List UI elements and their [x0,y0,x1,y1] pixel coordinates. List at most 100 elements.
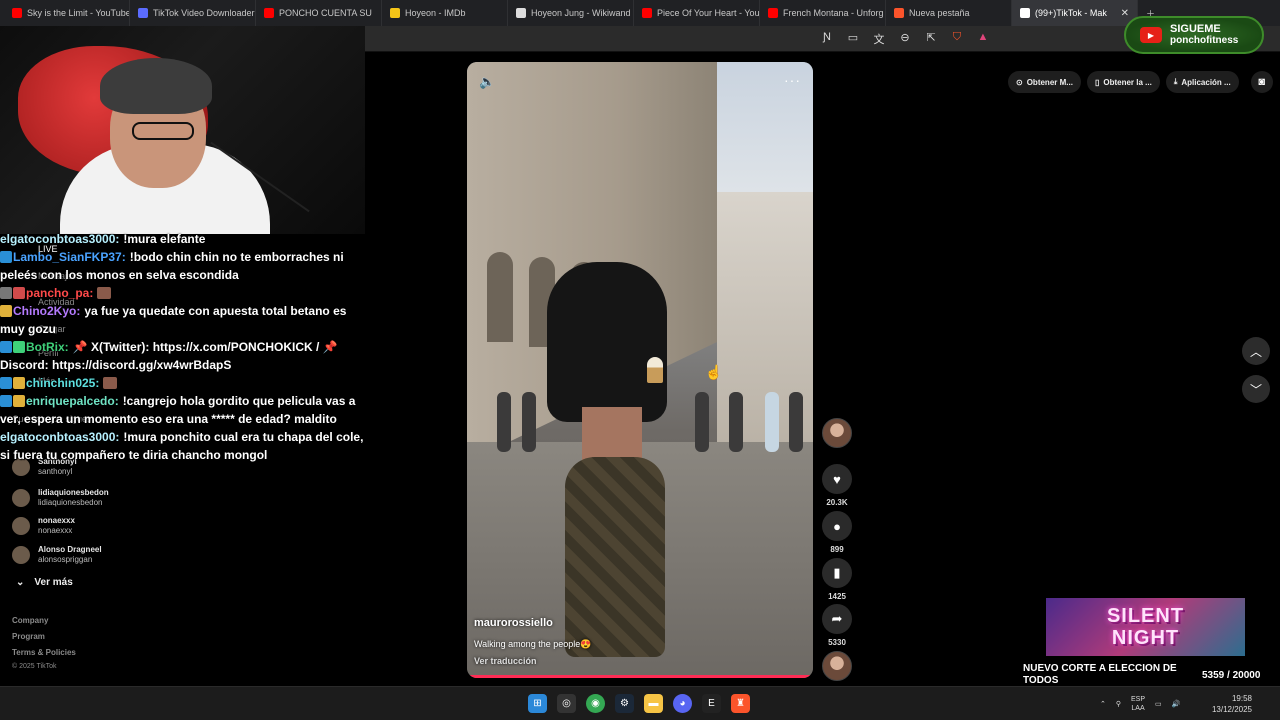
avatar [12,546,30,564]
account-handle: lidiaquionesbedon [38,498,103,507]
footer-company-link[interactable]: Company [12,616,48,625]
youtube-icon: ▶ [1140,27,1162,43]
crown-icon [13,377,25,389]
share-icon[interactable]: ⇱ [924,31,938,47]
browser-tab[interactable]: Piece Of Your Heart - You [634,0,760,26]
following-account[interactable]: nonaexxx nonaexxx [12,516,75,536]
monitor-icon[interactable]: ▭ [1155,700,1162,708]
browser-tab[interactable]: TikTok Video Downloader [130,0,256,26]
obs-icon[interactable]: ◎ [557,694,576,713]
save-button[interactable]: ▮ 1425 [822,558,852,601]
corte-title-text: NUEVO CORTE A ELECCION DE TODOS [1023,663,1177,686]
chat-message: Lambo_SianFKP37: !bodo chin chin no te em… [0,248,365,284]
previous-video-button[interactable]: ︿ [1242,337,1270,365]
steam-icon[interactable]: ⚙ [615,694,634,713]
tiktok-header-actions: ⊙ Obtener M... ▯ Obtener la ... ⤓ Aplicació… [1008,70,1273,94]
windows-start-icon[interactable]: ⊞ [528,694,547,713]
profile-icon[interactable]: ◙ [1250,71,1273,93]
mouse-cursor-icon: ☝ [705,364,723,380]
tiktok-icon [1020,8,1030,18]
zoom-icon[interactable]: ⊖ [898,31,912,47]
like-count: 20.3K [826,498,848,507]
video-progress-bar[interactable] [467,675,813,678]
creator-avatar-button[interactable] [822,418,852,448]
footer-terms-link[interactable]: Terms & Policies [12,648,76,657]
badge-icon [0,377,12,389]
music-disc-button[interactable] [822,651,852,681]
get-coins-button[interactable]: ⊙ Obtener M... [1008,71,1081,93]
get-app-button[interactable]: ▯ Obtener la ... [1086,71,1160,93]
more-options-icon[interactable]: ··· [784,72,801,88]
browser-tab[interactable]: Hoyeon Jung - Wikiwand [508,0,634,26]
browser-tab[interactable]: PONCHO CUENTA SU [256,0,382,26]
screen-icon[interactable]: ▭ [846,31,860,47]
chevron-down-icon: ⌄ [16,577,25,588]
wikiwand-icon [516,8,526,18]
chevron-up-icon: ︿ [1249,344,1262,359]
language-indicator[interactable]: ESP LAA [1131,695,1145,713]
close-tab-icon[interactable]: ✕ [1121,8,1129,19]
location-icon[interactable]: ⚲ [1116,700,1121,708]
silent-night-line1: SILENT [1106,605,1185,627]
see-more-button[interactable]: ⌄ Ver más [16,577,73,588]
share-button[interactable]: ➦ 5330 [822,604,852,647]
chevron-up-icon[interactable]: ⌃ [1100,700,1106,708]
webcam-glasses [132,122,194,140]
video-username[interactable]: maurorossiello [474,617,553,629]
desktop-app-button[interactable]: ⤓ Aplicación ... [1165,71,1239,93]
footer-program-link[interactable]: Program [12,632,45,641]
chat-message: elgatoconbtoas3000: !mura elefante [0,230,365,248]
imdb-icon [390,8,400,18]
speaker-icon[interactable]: 🔊 [1172,700,1181,708]
video-person [497,392,511,452]
next-video-button[interactable]: ﹀ [1242,375,1270,403]
follow-youtube-overlay: ▶ SIGUEME ponchofitness [1124,16,1264,54]
translate-link[interactable]: Ver traducción [474,656,537,666]
browser-tab[interactable]: Hoyeon - IMDb [382,0,508,26]
channel-name: ponchofitness [1170,35,1239,46]
rewards-icon[interactable]: ▲ [976,31,990,47]
tab-title: French Montana - Unforg [783,8,884,18]
badge-icon [0,395,12,407]
comment-button[interactable]: ● 899 [822,511,852,554]
browser-tab[interactable]: French Montana - Unforg [760,0,886,26]
video-player[interactable]: 🔈 ··· maurorossiello Walking among the p… [467,62,813,678]
browser-tab[interactable]: Nueva pestaña [886,0,1012,26]
chat-username: chinchin025: [26,376,100,390]
chat-username: enriquepalcedo: [26,394,119,408]
video-person [729,392,743,452]
video-description: Walking among the people😍 [474,639,592,649]
badge-icon [0,341,12,353]
clock-time: 19:58 [1231,694,1252,703]
taskbar-clock[interactable]: 19:58 13/12/2025 [1206,693,1252,715]
chat-username: BotRix: [26,340,69,354]
video-subject-hood [547,262,667,422]
download-icon [138,8,148,18]
browser-tab[interactable]: Sky is the Limit - YouTube [4,0,130,26]
account-handle: nonaexxx [38,526,73,535]
corte-title: NUEVO CORTE A ELECCION DE TODOS [1023,663,1193,687]
chrome-icon[interactable]: ◉ [586,694,605,713]
volume-icon[interactable]: 🔈 [479,74,495,90]
crown-icon [13,395,25,407]
get-app-label: Obtener la ... [1103,77,1152,87]
tab-title: Nueva pestaña [909,8,970,18]
epic-games-icon[interactable]: E [702,694,721,713]
discord-icon[interactable]: ◕ [673,694,692,713]
clock-date: 13/12/2025 [1211,705,1252,714]
reader-icon[interactable]: Ɲ [820,31,834,47]
browser-tab-active[interactable]: (99+)TikTok - Mak ✕ [1012,0,1138,26]
video-icecream [647,357,663,383]
brave-icon[interactable]: ♜ [731,694,750,713]
like-button[interactable]: ♥ 20.3K [822,464,852,507]
translate-icon[interactable]: 文 [872,31,886,47]
silent-night-line2: NIGHT [1111,627,1180,649]
brave-shield-icon[interactable]: ⛉ [950,31,964,47]
music-disc-icon [822,651,852,681]
following-account[interactable]: Alonso Dragneel alonsospriggan [12,545,102,565]
avatar [822,418,852,448]
folder-icon[interactable]: ▬ [644,694,663,713]
account-name: Alonso Dragneel [38,545,102,554]
emote-icon [97,287,112,299]
following-account[interactable]: lidiaquionesbedon lidiaquionesbedon [12,488,109,508]
